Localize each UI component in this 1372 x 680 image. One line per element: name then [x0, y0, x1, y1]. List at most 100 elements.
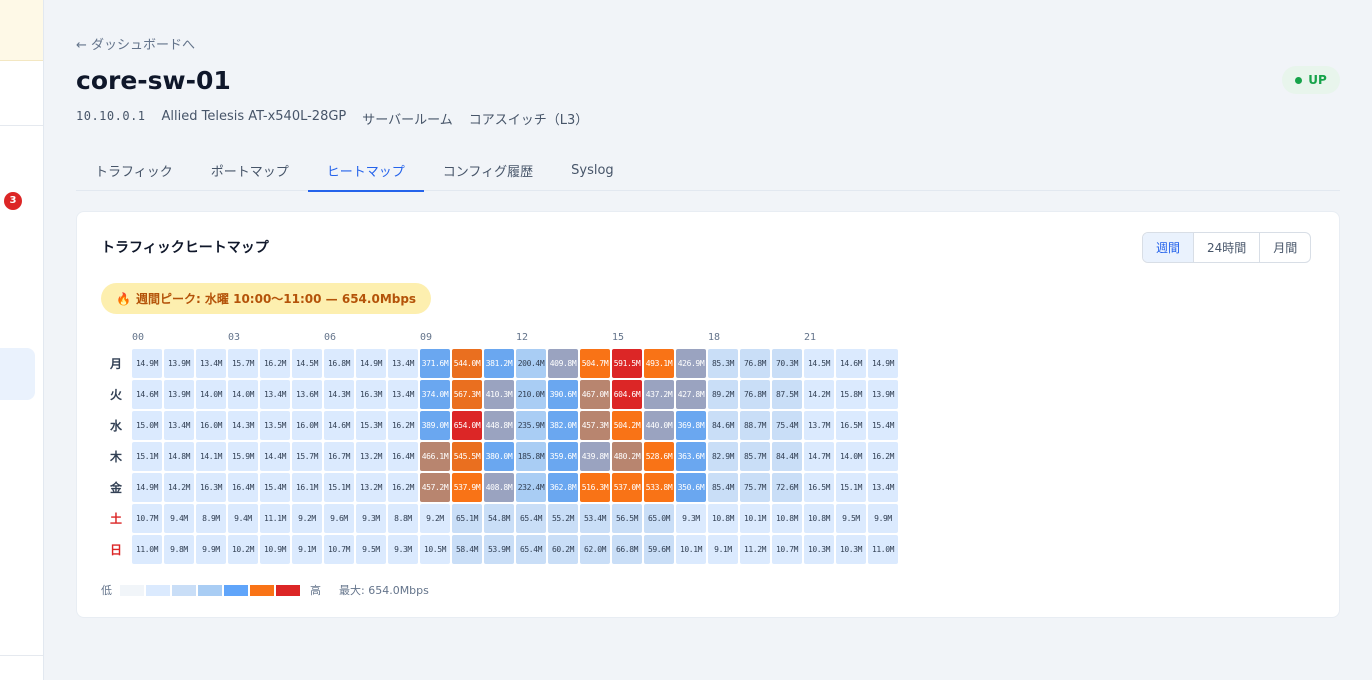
heatmap-cell[interactable]: 14.6M [132, 380, 162, 409]
heatmap-cell[interactable]: 76.8M [740, 380, 770, 409]
heatmap-cell[interactable]: 185.8M [516, 442, 546, 471]
heatmap-cell[interactable]: 13.2M [356, 473, 386, 502]
heatmap-cell[interactable]: 16.2M [868, 442, 898, 471]
heatmap-cell[interactable]: 11.0M [132, 535, 162, 564]
heatmap-cell[interactable]: 65.4M [516, 535, 546, 564]
heatmap-cell[interactable]: 11.2M [740, 535, 770, 564]
heatmap-cell[interactable]: 9.5M [356, 535, 386, 564]
heatmap-cell[interactable]: 359.6M [548, 442, 578, 471]
heatmap-cell[interactable]: 457.3M [580, 411, 610, 440]
heatmap-cell[interactable]: 9.9M [196, 535, 226, 564]
heatmap-cell[interactable]: 15.4M [260, 473, 290, 502]
heatmap-cell[interactable]: 466.1M [420, 442, 450, 471]
back-to-dashboard-link[interactable]: ← ダッシュボードへ [76, 34, 195, 53]
heatmap-cell[interactable]: 76.8M [740, 349, 770, 378]
heatmap-cell[interactable]: 8.9M [196, 504, 226, 533]
heatmap-cell[interactable]: 13.4M [164, 411, 194, 440]
heatmap-cell[interactable]: 16.2M [260, 349, 290, 378]
heatmap-cell[interactable]: 84.4M [772, 442, 802, 471]
heatmap-cell[interactable]: 75.4M [772, 411, 802, 440]
heatmap-cell[interactable]: 408.8M [484, 473, 514, 502]
heatmap-cell[interactable]: 10.8M [708, 504, 738, 533]
heatmap-cell[interactable]: 87.5M [772, 380, 802, 409]
heatmap-cell[interactable]: 14.9M [356, 349, 386, 378]
heatmap-cell[interactable]: 9.2M [420, 504, 450, 533]
heatmap-cell[interactable]: 363.6M [676, 442, 706, 471]
heatmap-cell[interactable]: 10.7M [132, 504, 162, 533]
heatmap-cell[interactable]: 16.8M [324, 349, 354, 378]
heatmap-cell[interactable]: 13.5M [260, 411, 290, 440]
heatmap-cell[interactable]: 54.8M [484, 504, 514, 533]
heatmap-cell[interactable]: 14.0M [228, 380, 258, 409]
heatmap-cell[interactable]: 9.1M [708, 535, 738, 564]
heatmap-cell[interactable]: 9.4M [164, 504, 194, 533]
heatmap-cell[interactable]: 13.4M [388, 349, 418, 378]
heatmap-cell[interactable]: 380.0M [484, 442, 514, 471]
heatmap-cell[interactable]: 13.6M [292, 380, 322, 409]
heatmap-cell[interactable]: 10.2M [228, 535, 258, 564]
heatmap-cell[interactable]: 9.8M [164, 535, 194, 564]
heatmap-cell[interactable]: 537.0M [612, 473, 642, 502]
heatmap-cell[interactable]: 15.9M [228, 442, 258, 471]
heatmap-cell[interactable]: 11.1M [260, 504, 290, 533]
heatmap-cell[interactable]: 13.7M [804, 411, 834, 440]
sidebar-item-active[interactable] [0, 348, 35, 400]
heatmap-cell[interactable]: 448.8M [484, 411, 514, 440]
heatmap-cell[interactable]: 85.4M [708, 473, 738, 502]
heatmap-cell[interactable]: 10.1M [676, 535, 706, 564]
heatmap-cell[interactable]: 70.3M [772, 349, 802, 378]
heatmap-cell[interactable]: 14.9M [132, 349, 162, 378]
heatmap-cell[interactable]: 11.0M [868, 535, 898, 564]
heatmap-cell[interactable]: 10.3M [804, 535, 834, 564]
tab-item[interactable]: ヒートマップ [307, 150, 424, 192]
tab-item[interactable]: コンフィグ履歴 [424, 150, 552, 191]
heatmap-cell[interactable]: 390.6M [548, 380, 578, 409]
heatmap-cell[interactable]: 65.4M [516, 504, 546, 533]
heatmap-cell[interactable]: 10.3M [836, 535, 866, 564]
range-option[interactable]: 24時間 [1193, 233, 1259, 262]
heatmap-cell[interactable]: 544.0M [452, 349, 482, 378]
heatmap-cell[interactable]: 362.8M [548, 473, 578, 502]
heatmap-cell[interactable]: 60.2M [548, 535, 578, 564]
heatmap-cell[interactable]: 371.6M [420, 349, 450, 378]
heatmap-cell[interactable]: 9.1M [292, 535, 322, 564]
heatmap-cell[interactable]: 10.8M [772, 504, 802, 533]
heatmap-cell[interactable]: 427.8M [676, 380, 706, 409]
heatmap-cell[interactable]: 15.4M [868, 411, 898, 440]
heatmap-cell[interactable]: 14.3M [324, 380, 354, 409]
heatmap-cell[interactable]: 16.3M [196, 473, 226, 502]
heatmap-cell[interactable]: 14.5M [804, 349, 834, 378]
heatmap-cell[interactable]: 9.9M [868, 504, 898, 533]
heatmap-cell[interactable]: 10.8M [804, 504, 834, 533]
heatmap-cell[interactable]: 440.0M [644, 411, 674, 440]
heatmap-cell[interactable]: 16.4M [388, 442, 418, 471]
heatmap-cell[interactable]: 480.2M [612, 442, 642, 471]
range-option[interactable]: 週間 [1143, 233, 1194, 262]
heatmap-cell[interactable]: 235.9M [516, 411, 546, 440]
heatmap-cell[interactable]: 8.8M [388, 504, 418, 533]
heatmap-cell[interactable]: 13.4M [260, 380, 290, 409]
heatmap-cell[interactable]: 200.4M [516, 349, 546, 378]
heatmap-cell[interactable]: 53.4M [580, 504, 610, 533]
heatmap-cell[interactable]: 14.9M [132, 473, 162, 502]
heatmap-cell[interactable]: 59.6M [644, 535, 674, 564]
heatmap-cell[interactable]: 381.2M [484, 349, 514, 378]
heatmap-cell[interactable]: 9.4M [228, 504, 258, 533]
heatmap-cell[interactable]: 14.4M [260, 442, 290, 471]
heatmap-cell[interactable]: 16.3M [356, 380, 386, 409]
heatmap-cell[interactable]: 16.0M [196, 411, 226, 440]
heatmap-cell[interactable]: 65.1M [452, 504, 482, 533]
heatmap-cell[interactable]: 16.0M [292, 411, 322, 440]
heatmap-cell[interactable]: 9.5M [836, 504, 866, 533]
heatmap-cell[interactable]: 533.8M [644, 473, 674, 502]
heatmap-cell[interactable]: 410.3M [484, 380, 514, 409]
heatmap-cell[interactable]: 62.0M [580, 535, 610, 564]
heatmap-cell[interactable]: 16.5M [804, 473, 834, 502]
heatmap-cell[interactable]: 528.6M [644, 442, 674, 471]
heatmap-cell[interactable]: 9.2M [292, 504, 322, 533]
heatmap-cell[interactable]: 14.3M [228, 411, 258, 440]
heatmap-cell[interactable]: 9.3M [356, 504, 386, 533]
heatmap-cell[interactable]: 426.9M [676, 349, 706, 378]
heatmap-cell[interactable]: 14.2M [804, 380, 834, 409]
heatmap-cell[interactable]: 66.8M [612, 535, 642, 564]
